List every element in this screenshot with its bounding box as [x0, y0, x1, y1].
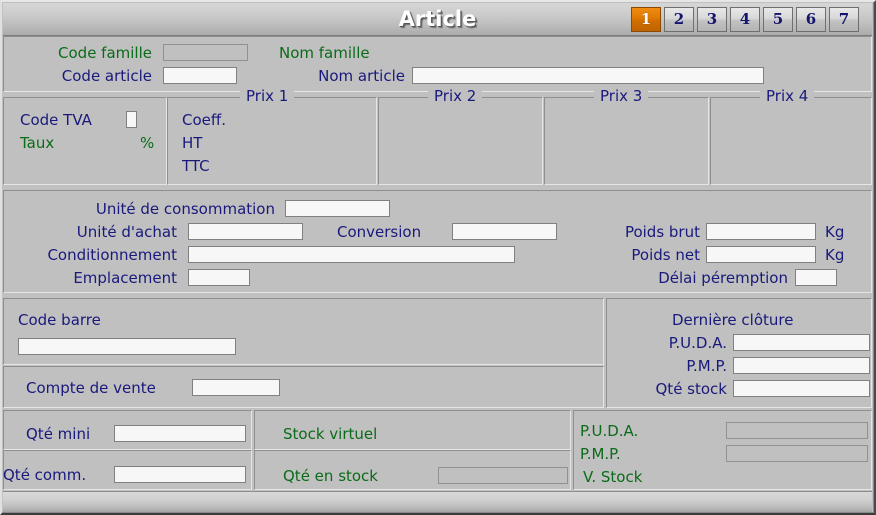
poids-brut-field[interactable] [706, 223, 816, 240]
code-famille-label: Code famille [58, 44, 152, 62]
nom-article-field[interactable] [412, 67, 764, 84]
poids-brut-label: Poids brut [624, 223, 700, 241]
nom-famille-label: Nom famille [279, 44, 370, 62]
poids-brut-unit: Kg [825, 223, 845, 241]
title-bar: Article 1 2 3 4 5 6 7 [3, 3, 872, 36]
delai-peremption-label: Délai péremption [658, 269, 788, 287]
nom-article-label: Nom article [318, 67, 405, 85]
tab-1[interactable]: 1 [631, 7, 661, 32]
prix-1-coeff-label: Coeff. [182, 111, 226, 129]
unite-achat-field[interactable] [188, 223, 303, 240]
prix-1-legend: Prix 1 [240, 89, 295, 104]
stock-virtuel-label: Stock virtuel [283, 425, 378, 443]
status-bar [3, 491, 872, 512]
cloture-qte-stock-label: Qté stock [655, 380, 728, 398]
unite-consommation-field[interactable] [285, 200, 390, 217]
compte-vente-label: Compte de vente [26, 379, 156, 397]
code-article-field[interactable] [163, 67, 237, 84]
cloture-puda-field[interactable] [733, 334, 870, 351]
tab-4[interactable]: 4 [730, 7, 760, 32]
stock-puda-label: P.U.D.A. [580, 422, 639, 440]
qte-mini-field[interactable] [114, 425, 246, 442]
conditionnement-field[interactable] [188, 246, 515, 263]
qte-mini-label: Qté mini [26, 425, 91, 443]
taux-percent-symbol: % [140, 134, 155, 152]
qte-comm-label: Qté comm. [3, 466, 87, 484]
tab-3[interactable]: 3 [697, 7, 727, 32]
qte-comm-field[interactable] [114, 466, 246, 483]
cloture-qte-stock-field[interactable] [733, 380, 870, 397]
cloture-pmp-field[interactable] [733, 357, 870, 374]
prix-2-panel [378, 97, 543, 185]
delai-peremption-field[interactable] [795, 269, 837, 286]
unite-achat-label: Unité d'achat [76, 223, 177, 241]
unite-consommation-label: Unité de consommation [95, 200, 275, 218]
stock-pmp-label: P.M.P. [580, 445, 621, 463]
poids-net-label: Poids net [631, 246, 700, 264]
compte-vente-field[interactable] [192, 379, 280, 396]
code-tva-field[interactable] [126, 111, 137, 128]
stock-puda-field[interactable] [726, 422, 868, 439]
article-window: Article 1 2 3 4 5 6 7 Code famille Nom f… [0, 0, 876, 515]
code-barre-field[interactable] [18, 338, 236, 355]
prix-2-legend: Prix 2 [428, 89, 483, 104]
tab-2[interactable]: 2 [664, 7, 694, 32]
prix-4-legend: Prix 4 [760, 89, 815, 104]
stock-v-stock-label: V. Stock [583, 468, 643, 486]
code-tva-label: Code TVA [20, 111, 92, 129]
emplacement-field[interactable] [188, 269, 250, 286]
tab-7[interactable]: 7 [829, 7, 859, 32]
stock-pmp-field[interactable] [726, 445, 868, 462]
tab-5[interactable]: 5 [763, 7, 793, 32]
cloture-puda-label: P.U.D.A. [668, 334, 727, 352]
code-article-label: Code article [61, 67, 152, 85]
prix-3-panel [544, 97, 709, 185]
code-barre-label: Code barre [18, 311, 101, 329]
poids-net-unit: Kg [825, 246, 845, 264]
code-famille-field[interactable] [163, 44, 248, 61]
tab-6[interactable]: 6 [796, 7, 826, 32]
emplacement-label: Emplacement [73, 269, 177, 287]
prix-1-ttc-label: TTC [182, 157, 210, 175]
derniere-cloture-title: Dernière clôture [672, 311, 794, 329]
prix-1-ht-label: HT [182, 134, 203, 152]
cloture-pmp-label: P.M.P. [686, 357, 727, 375]
conversion-label: Conversion [337, 223, 422, 241]
prix-4-panel [710, 97, 872, 185]
qte-en-stock-label: Qté en stock [283, 467, 378, 485]
conditionnement-label: Conditionnement [47, 246, 177, 264]
tab-bar: 1 2 3 4 5 6 7 [631, 7, 859, 32]
taux-label: Taux [20, 134, 55, 152]
qte-en-stock-field[interactable] [438, 467, 568, 484]
conversion-field[interactable] [452, 223, 557, 240]
prix-3-legend: Prix 3 [594, 89, 649, 104]
poids-net-field[interactable] [706, 246, 816, 263]
